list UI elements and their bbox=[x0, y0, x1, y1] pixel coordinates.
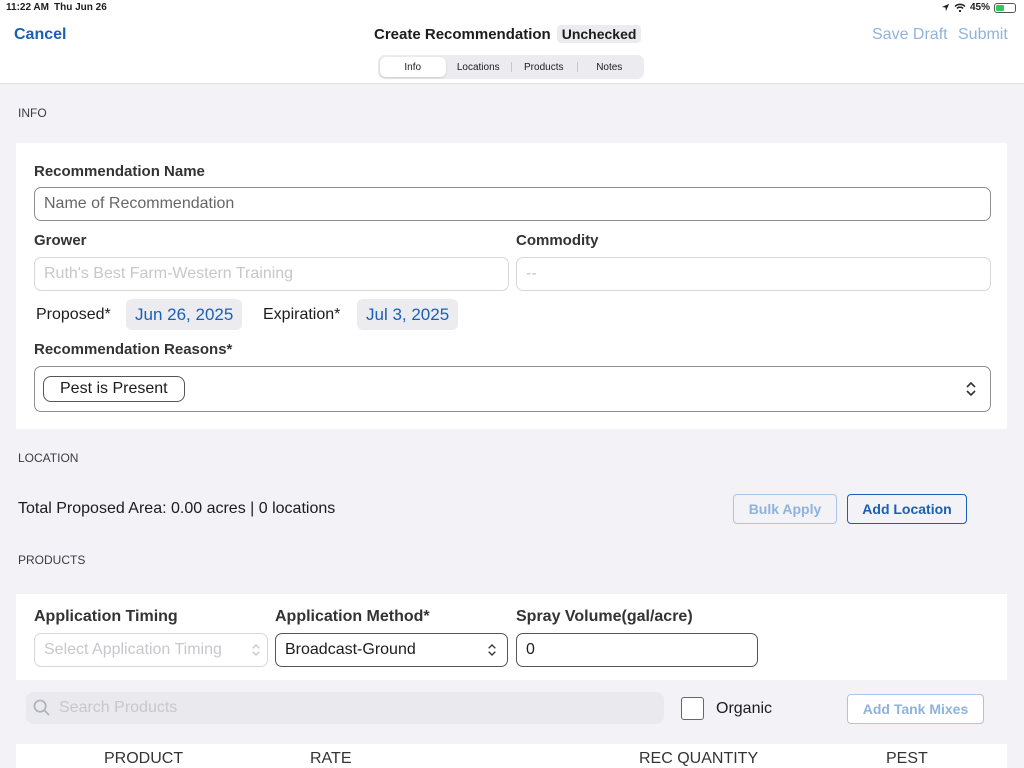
reasons-label: Recommendation Reasons* bbox=[34, 341, 233, 358]
products-card: Application Timing Select Application Ti… bbox=[16, 594, 1007, 680]
status-bar: 11:22 AM Thu Jun 26 45% bbox=[0, 0, 1024, 16]
method-label: Application Method* bbox=[275, 608, 430, 625]
location-section-header: LOCATION bbox=[18, 451, 79, 465]
organic-checkbox[interactable] bbox=[681, 697, 704, 720]
reason-chip[interactable]: Pest is Present bbox=[43, 376, 185, 402]
battery-charging-icon bbox=[994, 2, 1016, 13]
tab-notes[interactable]: Notes bbox=[576, 57, 643, 77]
search-placeholder: Search Products bbox=[59, 699, 178, 716]
column-header-product: PRODUCT bbox=[104, 750, 184, 767]
organic-label: Organic bbox=[716, 700, 773, 717]
spray-label: Spray Volume(gal/acre) bbox=[516, 608, 693, 625]
location-arrow-icon bbox=[941, 3, 950, 12]
column-header-rec-quantity: REC QUANTITY bbox=[639, 750, 759, 767]
products-table-header: PRODUCT RATE REC QUANTITY PEST bbox=[16, 744, 1007, 768]
tab-info[interactable]: Info bbox=[380, 57, 446, 77]
timing-select[interactable]: Select Application Timing bbox=[34, 633, 268, 667]
expiration-date-picker[interactable]: Jul 3, 2025 bbox=[357, 299, 459, 330]
grower-value: Ruth's Best Farm-Western Training bbox=[44, 265, 294, 282]
nav-bar: Cancel Create Recommendation Unchecked S… bbox=[0, 16, 1024, 84]
bulk-apply-button[interactable]: Bulk Apply bbox=[733, 494, 837, 524]
expiration-label: Expiration* bbox=[263, 306, 341, 323]
add-location-button[interactable]: Add Location bbox=[847, 494, 967, 524]
cancel-button[interactable]: Cancel bbox=[14, 26, 66, 44]
search-icon bbox=[33, 699, 50, 716]
timing-label: Application Timing bbox=[34, 608, 178, 625]
spray-volume-input[interactable]: 0 bbox=[516, 633, 758, 667]
rec-name-placeholder: Name of Recommendation bbox=[44, 195, 235, 212]
proposed-date-picker[interactable]: Jun 26, 2025 bbox=[126, 299, 243, 330]
grower-field: Ruth's Best Farm-Western Training bbox=[34, 257, 509, 291]
info-section-header: INFO bbox=[18, 106, 47, 120]
commodity-field: -- bbox=[516, 257, 991, 291]
column-header-pest: PEST bbox=[886, 750, 928, 767]
commodity-label: Commodity bbox=[516, 232, 599, 249]
commodity-value: -- bbox=[526, 265, 537, 282]
rec-name-input[interactable]: Name of Recommendation bbox=[34, 187, 991, 221]
method-select[interactable]: Broadcast-Ground bbox=[275, 633, 508, 667]
spray-value: 0 bbox=[526, 641, 535, 658]
proposed-label: Proposed* bbox=[36, 306, 111, 323]
save-draft-button[interactable]: Save Draft bbox=[872, 26, 948, 44]
battery-fill bbox=[996, 4, 1004, 11]
tab-products[interactable]: Products bbox=[511, 57, 577, 77]
add-tank-mixes-button[interactable]: Add Tank Mixes bbox=[847, 694, 984, 724]
column-header-rate: RATE bbox=[310, 750, 352, 767]
timing-placeholder: Select Application Timing bbox=[44, 641, 222, 658]
info-card: Recommendation Name Name of Recommendati… bbox=[16, 143, 1007, 429]
page-title: Create Recommendation Unchecked bbox=[374, 25, 642, 43]
chevron-up-down-icon bbox=[252, 644, 260, 656]
products-section-header: PRODUCTS bbox=[18, 553, 86, 567]
reasons-select[interactable]: Pest is Present bbox=[34, 366, 991, 412]
chevron-up-down-icon bbox=[965, 381, 977, 397]
grower-label: Grower bbox=[34, 232, 87, 249]
total-area-text: Total Proposed Area: 0.00 acres | 0 loca… bbox=[18, 500, 336, 517]
status-badge: Unchecked bbox=[556, 25, 642, 43]
submit-button[interactable]: Submit bbox=[958, 26, 1008, 44]
status-time: 11:22 AM bbox=[6, 2, 49, 13]
rec-name-label: Recommendation Name bbox=[34, 163, 205, 180]
battery-percent: 45% bbox=[969, 2, 990, 13]
status-date: Thu Jun 26 bbox=[54, 2, 107, 13]
status-right: 45% bbox=[941, 2, 1016, 13]
search-products-input[interactable]: Search Products bbox=[26, 692, 664, 724]
method-value: Broadcast-Ground bbox=[285, 641, 416, 658]
section-tabs: Info Locations Products Notes bbox=[378, 55, 644, 79]
title-text: Create Recommendation bbox=[374, 25, 551, 43]
tab-locations[interactable]: Locations bbox=[446, 57, 512, 77]
wifi-icon bbox=[954, 3, 966, 12]
chevron-up-down-icon bbox=[488, 644, 496, 656]
